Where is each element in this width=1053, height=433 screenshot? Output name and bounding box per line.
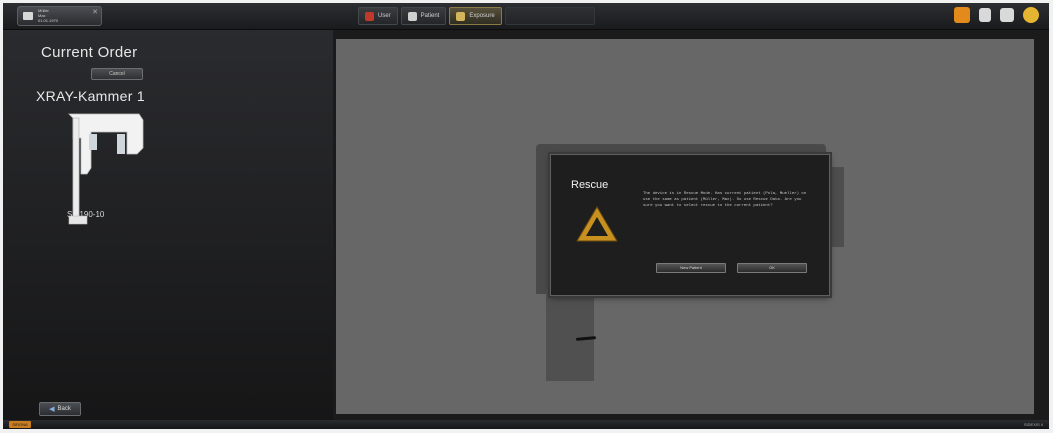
arrow-left-icon: ◀: [49, 406, 55, 413]
user-icon: [365, 11, 374, 21]
tab-placeholder: [504, 7, 595, 25]
settings-icon[interactable]: [979, 8, 991, 22]
back-label: Back: [57, 406, 71, 412]
tab-exposure[interactable]: Exposure: [449, 7, 502, 25]
dialog-title: Rescue: [571, 179, 609, 191]
tab-user-label: User: [378, 13, 391, 19]
device-model: SL-190-10: [67, 210, 105, 219]
app-version: SIDEXIS 4: [1023, 422, 1043, 427]
tab-exposure-label: Exposure: [469, 13, 495, 19]
rescue-dialog: Rescue The device is in Rescue Mode. Has…: [550, 154, 830, 296]
app-window: Müller Max 01.01.1970 ✕ User Patient Exp…: [3, 3, 1049, 429]
warning-triangle-icon: [576, 206, 618, 242]
brand-logo: SIRONA: [9, 421, 31, 428]
dialog-message: The device is in Rescue Mode. Has curren…: [643, 192, 807, 208]
left-panel: Current Order Cancel XRAY-Kammer 1 SL-19…: [3, 30, 333, 420]
patient-birthdate: 01.01.1970: [38, 18, 59, 23]
current-order-title: Current Order: [41, 44, 138, 61]
window-icon[interactable]: [1000, 8, 1014, 22]
patient-icon: [407, 11, 417, 21]
patient-chip[interactable]: Müller Max 01.01.1970 ✕: [17, 6, 102, 26]
order-cancel-button[interactable]: Cancel: [91, 68, 143, 80]
main-content-area: Rescue The device is in Rescue Mode. Has…: [336, 39, 1034, 414]
tab-user[interactable]: User: [358, 7, 398, 25]
top-bar: Müller Max 01.01.1970 ✕ User Patient Exp…: [3, 3, 1049, 30]
tab-patient-label: Patient: [420, 13, 440, 19]
exposure-icon: [456, 11, 466, 21]
new-patient-button[interactable]: New Patient: [656, 263, 726, 273]
close-icon[interactable]: ✕: [92, 8, 98, 16]
back-button[interactable]: ◀ Back: [39, 402, 81, 416]
ok-button[interactable]: OK: [737, 263, 807, 273]
patient-card-icon: [23, 12, 33, 20]
device-name: XRAY-Kammer 1: [36, 88, 145, 104]
power-icon[interactable]: [1023, 7, 1039, 23]
background-device-column: [546, 289, 594, 381]
top-right-icons: [954, 7, 1039, 23]
tab-patient[interactable]: Patient: [400, 7, 447, 25]
workflow-tabs: User Patient Exposure: [358, 7, 595, 25]
status-bar: SIRONA SIDEXIS 4: [3, 420, 1049, 429]
search-icon[interactable]: [954, 7, 970, 23]
